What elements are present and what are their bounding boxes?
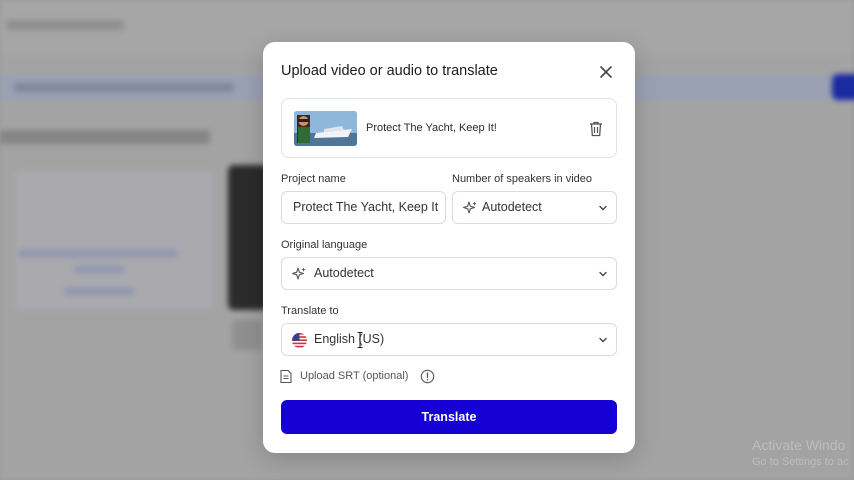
text-cursor-icon (357, 332, 363, 348)
project-name-input[interactable]: Protect The Yacht, Keep It! (281, 191, 446, 224)
sparkle-icon (291, 267, 306, 280)
speakers-select[interactable]: Autodetect (452, 191, 617, 224)
background-video-thumbnail (232, 320, 262, 350)
uploaded-file-card: Protect The Yacht, Keep It! (281, 98, 617, 158)
windows-activation-watermark: Activate Windo (752, 437, 846, 453)
background-video-thumbnail (228, 165, 268, 310)
background-logo (6, 20, 124, 30)
background-banner-text (14, 83, 234, 92)
translate-to-select[interactable]: English (US) (281, 323, 617, 356)
background-heading (0, 130, 210, 144)
trash-icon (590, 121, 602, 137)
uploaded-file-name: Protect The Yacht, Keep It! (366, 122, 497, 134)
chevron-down-icon (599, 205, 607, 211)
speakers-value: Autodetect (482, 200, 542, 214)
delete-file-button[interactable] (588, 120, 604, 137)
upload-srt-label: Upload SRT (optional) (300, 370, 409, 382)
document-upload-icon (280, 369, 292, 384)
info-icon[interactable] (420, 369, 435, 384)
close-icon (600, 66, 612, 78)
windows-activation-watermark-sub: Go to Settings to ac (752, 456, 849, 468)
original-language-value: Autodetect (314, 266, 374, 280)
close-button[interactable] (597, 63, 615, 81)
video-thumbnail (294, 111, 357, 146)
project-name-value: Protect The Yacht, Keep It! (293, 200, 439, 214)
background-banner-button (832, 74, 854, 100)
original-language-select[interactable]: Autodetect (281, 257, 617, 290)
sparkle-icon (462, 201, 477, 214)
original-language-label: Original language (281, 239, 368, 251)
chevron-down-icon (599, 271, 607, 277)
background-upload-card (14, 170, 214, 310)
project-name-label: Project name (281, 173, 346, 185)
modal-title: Upload video or audio to translate (281, 63, 498, 79)
translate-to-value: English (US) (314, 332, 385, 346)
speakers-label: Number of speakers in video (452, 173, 593, 185)
upload-translate-modal: Upload video or audio to translate Prote… (263, 42, 635, 453)
chevron-down-icon (599, 337, 607, 343)
us-flag-icon (292, 333, 307, 348)
translate-to-label: Translate to (281, 305, 339, 317)
upload-srt-button[interactable]: Upload SRT (optional) (279, 368, 479, 386)
translate-button[interactable]: Translate (281, 400, 617, 434)
